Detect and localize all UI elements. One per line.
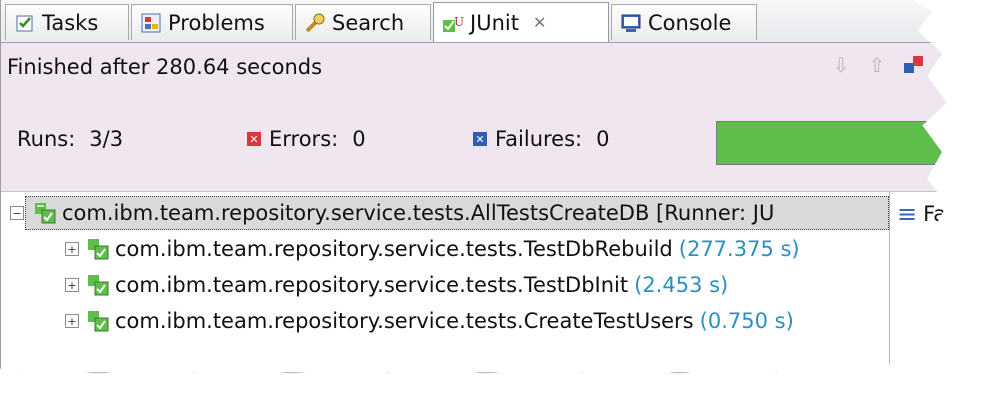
close-icon[interactable]: ✕: [533, 13, 546, 32]
tree-node-label: com.ibm.team.repository.service.tests.Cr…: [115, 309, 694, 333]
status-text: Finished after 280.64 seconds: [7, 55, 323, 79]
tree-row-child[interactable]: + com.ibm.team.repository.service.tests.…: [65, 232, 800, 266]
progress-bar: [716, 121, 952, 165]
tree-row-child[interactable]: + com.ibm.team.repository.service.tests.…: [65, 304, 794, 338]
next-failure-icon[interactable]: ⇩: [829, 53, 853, 77]
tab-label: Console: [648, 10, 732, 35]
tree-node-label: com.ibm.team.repository.service.tests.Al…: [62, 201, 775, 225]
tab-junit[interactable]: U JUnit ✕: [433, 2, 609, 42]
status-bar: Finished after 280.64 seconds ⇩ ⇧: [1, 43, 952, 91]
failure-trace-header: ≡ Fa: [897, 200, 946, 228]
failures-value: 0: [596, 127, 610, 151]
console-icon: [620, 12, 642, 34]
tree-row-child[interactable]: + com.ibm.team.repository.service.tests.…: [65, 268, 728, 302]
junit-view: Tasks Problems Search U JUnit ✕ Console: [0, 0, 952, 375]
runs-value: 3/3: [89, 127, 124, 151]
collapse-icon[interactable]: −: [10, 206, 24, 220]
tab-label: JUnit: [470, 10, 519, 35]
counter-panel: Runs: 3/3 ✕ Errors: 0 ✕ Failures: 0: [1, 91, 952, 192]
tab-problems[interactable]: Problems: [131, 4, 293, 40]
tasks-icon: [14, 12, 36, 34]
test-suite-icon: [87, 238, 109, 260]
runs-label: Runs:: [17, 127, 76, 151]
failures-label: Failures:: [495, 127, 583, 151]
svg-text:U: U: [454, 15, 464, 29]
expand-icon[interactable]: +: [65, 242, 79, 256]
errors-label: Errors:: [269, 127, 339, 151]
expand-icon[interactable]: +: [65, 314, 79, 328]
problems-icon: [140, 12, 162, 34]
view-tab-bar: Tasks Problems Search U JUnit ✕ Console: [1, 0, 952, 43]
test-duration: (2.453 s): [634, 273, 729, 297]
tab-search[interactable]: Search: [295, 4, 431, 40]
test-suite-icon: [87, 274, 109, 296]
failures-counter: ✕ Failures: 0: [473, 127, 609, 151]
errors-counter: ✕ Errors: 0: [247, 127, 366, 151]
horizontal-scrollbar[interactable]: [1, 372, 889, 375]
runs-counter: Runs: 3/3: [17, 127, 123, 151]
test-duration: (277.375 s): [678, 237, 800, 261]
failure-trace-label: Fa: [923, 202, 947, 226]
test-duration: (0.750 s): [699, 309, 794, 333]
tab-tasks[interactable]: Tasks: [5, 4, 129, 40]
tab-label: Tasks: [42, 10, 99, 35]
list-icon: ≡: [897, 200, 918, 228]
error-icon: ✕: [247, 132, 261, 146]
tab-console[interactable]: Console: [611, 4, 757, 40]
show-failures-only-icon[interactable]: [901, 53, 925, 77]
progress-fill: [717, 122, 952, 164]
failure-icon: ✕: [473, 132, 487, 146]
tab-label: Problems: [168, 10, 265, 35]
tree-node-label: com.ibm.team.repository.service.tests.Te…: [115, 273, 629, 297]
test-tree[interactable]: − com.ibm.team.repository.service.tests.…: [1, 192, 890, 375]
errors-value: 0: [352, 127, 366, 151]
junit-icon: U: [442, 12, 464, 34]
expand-icon[interactable]: +: [65, 278, 79, 292]
test-suite-icon: [34, 202, 56, 224]
previous-failure-icon[interactable]: ⇧: [865, 53, 889, 77]
tree-row-root[interactable]: − com.ibm.team.repository.service.tests.…: [10, 196, 889, 230]
junit-toolbar: ⇩ ⇧: [829, 53, 952, 77]
test-suite-icon: [87, 310, 109, 332]
history-icon[interactable]: [937, 53, 952, 77]
failure-trace-pane: ≡ Fa: [891, 192, 952, 375]
tab-label: Search: [332, 10, 405, 35]
search-icon: [304, 12, 326, 34]
tree-node-label: com.ibm.team.repository.service.tests.Te…: [115, 237, 673, 261]
